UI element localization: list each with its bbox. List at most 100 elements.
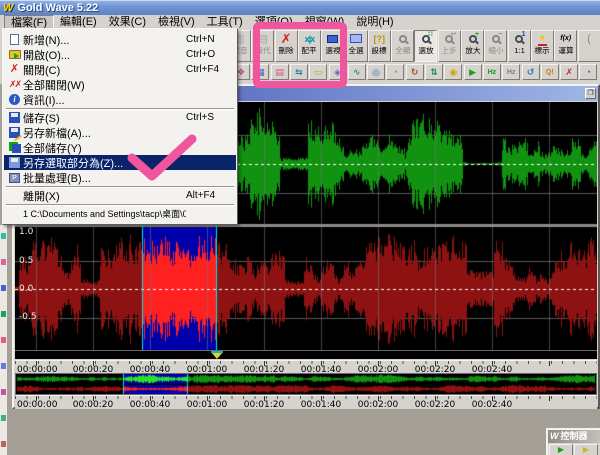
effect-icon-18[interactable]: ✗ — [560, 64, 579, 80]
close-all-icon: ✗✗ — [8, 79, 22, 89]
file-menu-item[interactable]: i 資訊(I)... — [4, 92, 236, 107]
menu-item-shortcut: Ctrl+N — [186, 34, 215, 45]
time-axis-ticks — [15, 361, 597, 364]
menu-tool[interactable]: 工具(T) — [201, 15, 249, 29]
previous-zoom-icon: ↩ — [445, 31, 457, 46]
menu-item-label: 另存選取部分為(Z)... — [23, 157, 124, 170]
toolbar-button-label: 全選 — [348, 46, 364, 55]
no-icon — [6, 189, 23, 202]
file-menu-dropdown: 新增(N)... Ctrl+N 開啟(O)... Ctrl+O ✗ 關閉(C) Ctrl+F… — [2, 28, 238, 225]
controller-buttons: ▶ ▶ — [548, 443, 600, 455]
menu-item-label: 開啟(O)... — [23, 49, 71, 62]
toolbar-button-zoom-1-1[interactable]: 1 1:1 — [507, 30, 531, 62]
menu-effect[interactable]: 效果(C) — [103, 15, 152, 29]
time-label: 00:01:00 — [186, 400, 228, 410]
title-bar[interactable]: W Gold Wave 5.22 — [0, 0, 600, 15]
effect-icon-19[interactable]: ◔ — [579, 64, 598, 80]
zoom-out-icon: − — [491, 31, 502, 46]
overview-canvas[interactable] — [16, 374, 596, 394]
menu-item-shortcut: Ctrl+F4 — [186, 64, 220, 75]
edge-strip-dot — [1, 441, 6, 447]
toolbar-button-select-all[interactable]: 全選 — [344, 30, 368, 62]
effect-icon-16[interactable]: ↺ — [521, 64, 540, 80]
toolbar-button-clipped[interactable]: ( — [577, 30, 600, 62]
effect-icon-12[interactable]: ◉ — [444, 64, 463, 80]
effect-icon-15[interactable]: Hz — [502, 64, 521, 80]
expression-icon: f(x) — [560, 35, 572, 42]
toolbar-button-zoom-out[interactable]: − 縮小 — [484, 30, 508, 62]
time-label: 00:01:40 — [300, 400, 342, 410]
toolbar-button-set-marker[interactable]: [?] 設標 — [367, 30, 391, 62]
file-menu-item[interactable]: 開啟(O)... Ctrl+O — [4, 47, 236, 62]
overview-time-axis: 00:00:00 00:00:20 00:00:40 00:01:00 00:01:20… — [15, 395, 597, 410]
file-menu-item[interactable]: 全部儲存(Y) — [4, 140, 236, 155]
file-menu-item[interactable]: 另存新檔(A)... — [4, 125, 236, 140]
effect-icon-11[interactable]: ⇅ — [425, 64, 443, 80]
amplitude-label: -0.5 — [19, 312, 37, 322]
time-label: 00:02:40 — [471, 400, 513, 410]
controller-window[interactable]: W 控制器 ▶ ▶ — [546, 428, 600, 455]
toolbar-button-marker[interactable]: ▼ 標示 — [530, 30, 554, 62]
overview-axis-ticks — [15, 396, 597, 399]
toolbar-button-zoom-in[interactable]: + 放大 — [461, 30, 484, 62]
select-all-icon — [350, 31, 362, 46]
effect-icon-8[interactable]: ◎ — [367, 64, 386, 80]
menu-item-label: 1 C:\Documents and Settings\tacp\桌面\02.舞… — [23, 209, 186, 219]
info-icon: i — [6, 93, 23, 106]
play-selection-button[interactable]: ▶ — [574, 444, 598, 455]
file-menu-item[interactable]: 另存選取部分為(Z)... — [4, 155, 236, 170]
effect-icon-7[interactable]: ∿ — [347, 64, 366, 80]
file-menu-item[interactable]: P 批量處理(B)... — [4, 170, 236, 185]
menu-help[interactable]: 說明(H) — [350, 15, 399, 29]
file-menu-item[interactable]: ✗ 關閉(C) Ctrl+F4 — [4, 62, 236, 77]
toolbar-button-label: 標示 — [534, 46, 550, 55]
edge-strip-dot — [1, 415, 6, 421]
time-label: 00:00:00 — [17, 400, 58, 410]
window-title: Gold Wave 5.22 — [17, 1, 99, 14]
toolbar-button-label: 運算 — [558, 46, 574, 55]
marker-strip[interactable] — [15, 350, 597, 359]
toolbar-button-show-all[interactable]: 全顯 — [391, 30, 415, 62]
show-all-icon — [398, 31, 407, 46]
file-menu-item[interactable]: 1 C:\Documents and Settings\tacp\桌面\02.舞… — [4, 206, 236, 221]
zoom-1-1-icon: 1 — [515, 31, 526, 46]
clipped-icon: ( — [587, 32, 591, 45]
time-label: 00:01:20 — [243, 400, 285, 410]
menu-file[interactable]: 檔案(F) — [4, 15, 55, 29]
effect-icon-17[interactable]: Q! — [540, 64, 559, 80]
file-menu-item[interactable]: 新增(N)... Ctrl+N — [4, 32, 236, 47]
annotation-highlight-rect — [253, 22, 347, 88]
file-menu-item[interactable]: 儲存(S) Ctrl+S — [4, 110, 236, 125]
file-menu-item[interactable]: ✗✗ 全部關閉(W) — [4, 77, 236, 92]
menu-view[interactable]: 檢視(V) — [152, 15, 201, 29]
open-folder-icon — [6, 48, 23, 61]
batch-icon: P — [6, 171, 23, 184]
file-menu-item[interactable]: 離開(X) Alt+F4 — [4, 188, 236, 203]
toolbar-button-label: 1:1 — [513, 46, 525, 55]
effect-icon-13[interactable]: ▶ — [463, 64, 482, 80]
save-icon — [6, 111, 23, 124]
amplitude-label: 0.0 — [19, 284, 34, 294]
menu-item-label: 全部關閉(W) — [23, 79, 85, 92]
effect-icon-9[interactable]: ◔ — [386, 64, 405, 80]
effect-icon-14[interactable]: Hz — [482, 64, 501, 80]
time-label: 00:00:20 — [72, 400, 114, 410]
overview-strip[interactable] — [15, 373, 597, 395]
set-marker-icon: [?] — [373, 33, 386, 44]
selection-end-marker-icon[interactable] — [211, 351, 223, 359]
time-label: 00:02:00 — [357, 400, 399, 410]
toolbar-button-zoom-selection[interactable]: ∷ 選放 — [414, 30, 438, 62]
toolbar-button-previous-zoom[interactable]: ↩ 上步 — [437, 30, 461, 62]
toolbar-button-expression[interactable]: f(x) 運算 — [554, 30, 578, 62]
controller-title-bar[interactable]: W 控制器 — [548, 430, 600, 443]
menu-item-label: 另存新檔(A)... — [23, 127, 91, 140]
save-selection-icon — [6, 156, 23, 169]
menu-edit[interactable]: 編輯(E) — [54, 15, 103, 29]
menu-item-label: 批量處理(B)... — [23, 172, 91, 185]
amplitude-label: 1.0 — [19, 227, 34, 237]
menu-item-label: 關閉(C) — [23, 64, 61, 77]
sound-window-restore-icon[interactable]: ❐ — [585, 88, 596, 99]
play-button[interactable]: ▶ — [549, 444, 573, 455]
effect-icon-10[interactable]: ↻ — [405, 64, 424, 80]
marker-icon: ▼ — [537, 31, 547, 46]
